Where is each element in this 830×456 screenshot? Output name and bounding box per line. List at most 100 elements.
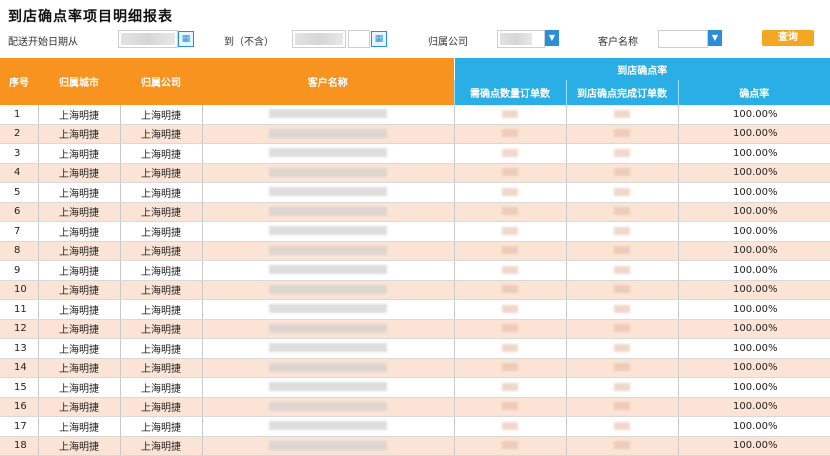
row-branch: 上海明捷 — [38, 280, 121, 300]
table-row[interactable]: 1 上海明捷 上海明捷 100.00% — [0, 105, 830, 125]
row-company: 上海明捷 — [120, 143, 203, 164]
row-customer — [202, 143, 455, 164]
table-row[interactable]: 14 上海明捷 上海明捷 100.00% — [0, 358, 830, 378]
redacted-customer — [269, 167, 387, 177]
row-required — [454, 260, 567, 281]
redacted-count — [614, 304, 630, 313]
redacted-count — [502, 109, 518, 118]
table-body: 1 上海明捷 上海明捷 100.00% 2 上海明捷 上海明捷 100.00% 3 上海明捷 上海明… — [0, 105, 830, 456]
chevron-down-icon[interactable]: ▼ — [708, 30, 722, 46]
table-row[interactable]: 15 上海明捷 上海明捷 100.00% — [0, 377, 830, 398]
redacted-customer — [269, 226, 387, 236]
customer-select[interactable] — [658, 30, 708, 48]
row-index: 15 — [0, 377, 39, 398]
row-customer — [202, 358, 455, 378]
redacted-count — [502, 168, 518, 177]
table-row[interactable]: 11 上海明捷 上海明捷 100.00% — [0, 299, 830, 320]
row-index: 6 — [0, 202, 39, 222]
row-company: 上海明捷 — [120, 299, 203, 320]
row-branch: 上海明捷 — [38, 416, 121, 437]
row-index: 11 — [0, 299, 39, 320]
table-row[interactable]: 9 上海明捷 上海明捷 100.00% — [0, 260, 830, 281]
row-customer — [202, 397, 455, 417]
row-index: 12 — [0, 319, 39, 339]
redacted-count — [502, 285, 518, 294]
redacted-customer — [269, 109, 387, 119]
row-branch: 上海明捷 — [38, 143, 121, 164]
redacted-count — [614, 324, 630, 333]
table-row[interactable]: 16 上海明捷 上海明捷 100.00% — [0, 397, 830, 417]
calendar-icon[interactable]: ▦ — [178, 31, 194, 47]
row-completed — [566, 143, 679, 164]
end-date-label: 到（不含） — [224, 37, 274, 48]
row-company: 上海明捷 — [120, 358, 203, 378]
query-button[interactable]: 查询 — [762, 30, 814, 46]
row-completed — [566, 416, 679, 437]
header-customer: 客户名称 — [202, 58, 454, 105]
redacted-count — [614, 168, 630, 177]
table-row[interactable]: 17 上海明捷 上海明捷 100.00% — [0, 416, 830, 437]
redacted-count — [502, 363, 518, 372]
row-index: 7 — [0, 221, 39, 242]
row-company: 上海明捷 — [120, 280, 203, 300]
row-rate: 100.00% — [678, 319, 830, 339]
row-completed — [566, 397, 679, 417]
calendar-icon[interactable]: ▦ — [371, 31, 387, 47]
redacted-count — [502, 265, 518, 274]
table-row[interactable]: 13 上海明捷 上海明捷 100.00% — [0, 338, 830, 359]
company-label: 归属公司 — [428, 37, 468, 48]
table-row[interactable]: 10 上海明捷 上海明捷 100.00% — [0, 280, 830, 300]
redacted-count — [614, 402, 630, 411]
table-row[interactable]: 7 上海明捷 上海明捷 100.00% — [0, 221, 830, 242]
company-select[interactable] — [497, 30, 545, 48]
header-sub-rate: 确点率 — [677, 80, 830, 105]
redacted-customer — [269, 304, 387, 314]
redacted-customer — [269, 265, 387, 275]
table-row[interactable]: 12 上海明捷 上海明捷 100.00% — [0, 319, 830, 339]
redacted-count — [502, 187, 518, 196]
customer-label: 客户名称 — [598, 37, 638, 48]
redacted-customer — [269, 148, 387, 158]
redacted-count — [502, 402, 518, 411]
row-company: 上海明捷 — [120, 163, 203, 183]
row-index: 14 — [0, 358, 39, 378]
row-company: 上海明捷 — [120, 182, 203, 203]
row-index: 10 — [0, 280, 39, 300]
start-date-field[interactable] — [118, 30, 178, 48]
table-row[interactable]: 5 上海明捷 上海明捷 100.00% — [0, 182, 830, 203]
table-row[interactable]: 2 上海明捷 上海明捷 100.00% — [0, 124, 830, 144]
row-customer — [202, 241, 455, 261]
row-index: 3 — [0, 143, 39, 164]
table-row[interactable]: 4 上海明捷 上海明捷 100.00% — [0, 163, 830, 183]
row-index: 16 — [0, 397, 39, 417]
redacted-customer — [269, 128, 387, 138]
row-required — [454, 105, 567, 125]
redacted-count — [502, 382, 518, 391]
row-company: 上海明捷 — [120, 241, 203, 261]
row-completed — [566, 182, 679, 203]
table-row[interactable]: 8 上海明捷 上海明捷 100.00% — [0, 241, 830, 261]
chevron-down-icon[interactable]: ▼ — [545, 30, 559, 46]
redacted-count — [502, 304, 518, 313]
table-row[interactable]: 3 上海明捷 上海明捷 100.00% — [0, 143, 830, 164]
row-customer — [202, 221, 455, 242]
table-row[interactable]: 6 上海明捷 上海明捷 100.00% — [0, 202, 830, 222]
header-company: 归属公司 — [120, 58, 202, 105]
filter-bar: 配送开始日期从 ▦ 到（不含） ▦ 归属公司 ▼ 客户名称 ▼ 查询 — [0, 28, 830, 52]
row-branch: 上海明捷 — [38, 163, 121, 183]
row-company: 上海明捷 — [120, 338, 203, 359]
redacted-count — [614, 226, 630, 235]
redacted-customer — [269, 323, 387, 333]
row-customer — [202, 105, 455, 125]
row-rate: 100.00% — [678, 105, 830, 125]
redacted-customer — [269, 187, 387, 197]
end-time-field[interactable] — [348, 30, 370, 48]
redacted-customer — [269, 421, 387, 431]
redacted-count — [502, 226, 518, 235]
row-index: 9 — [0, 260, 39, 281]
row-required — [454, 163, 567, 183]
end-date-field[interactable] — [292, 30, 346, 48]
redacted-count — [614, 421, 630, 430]
row-completed — [566, 358, 679, 378]
row-completed — [566, 105, 679, 125]
